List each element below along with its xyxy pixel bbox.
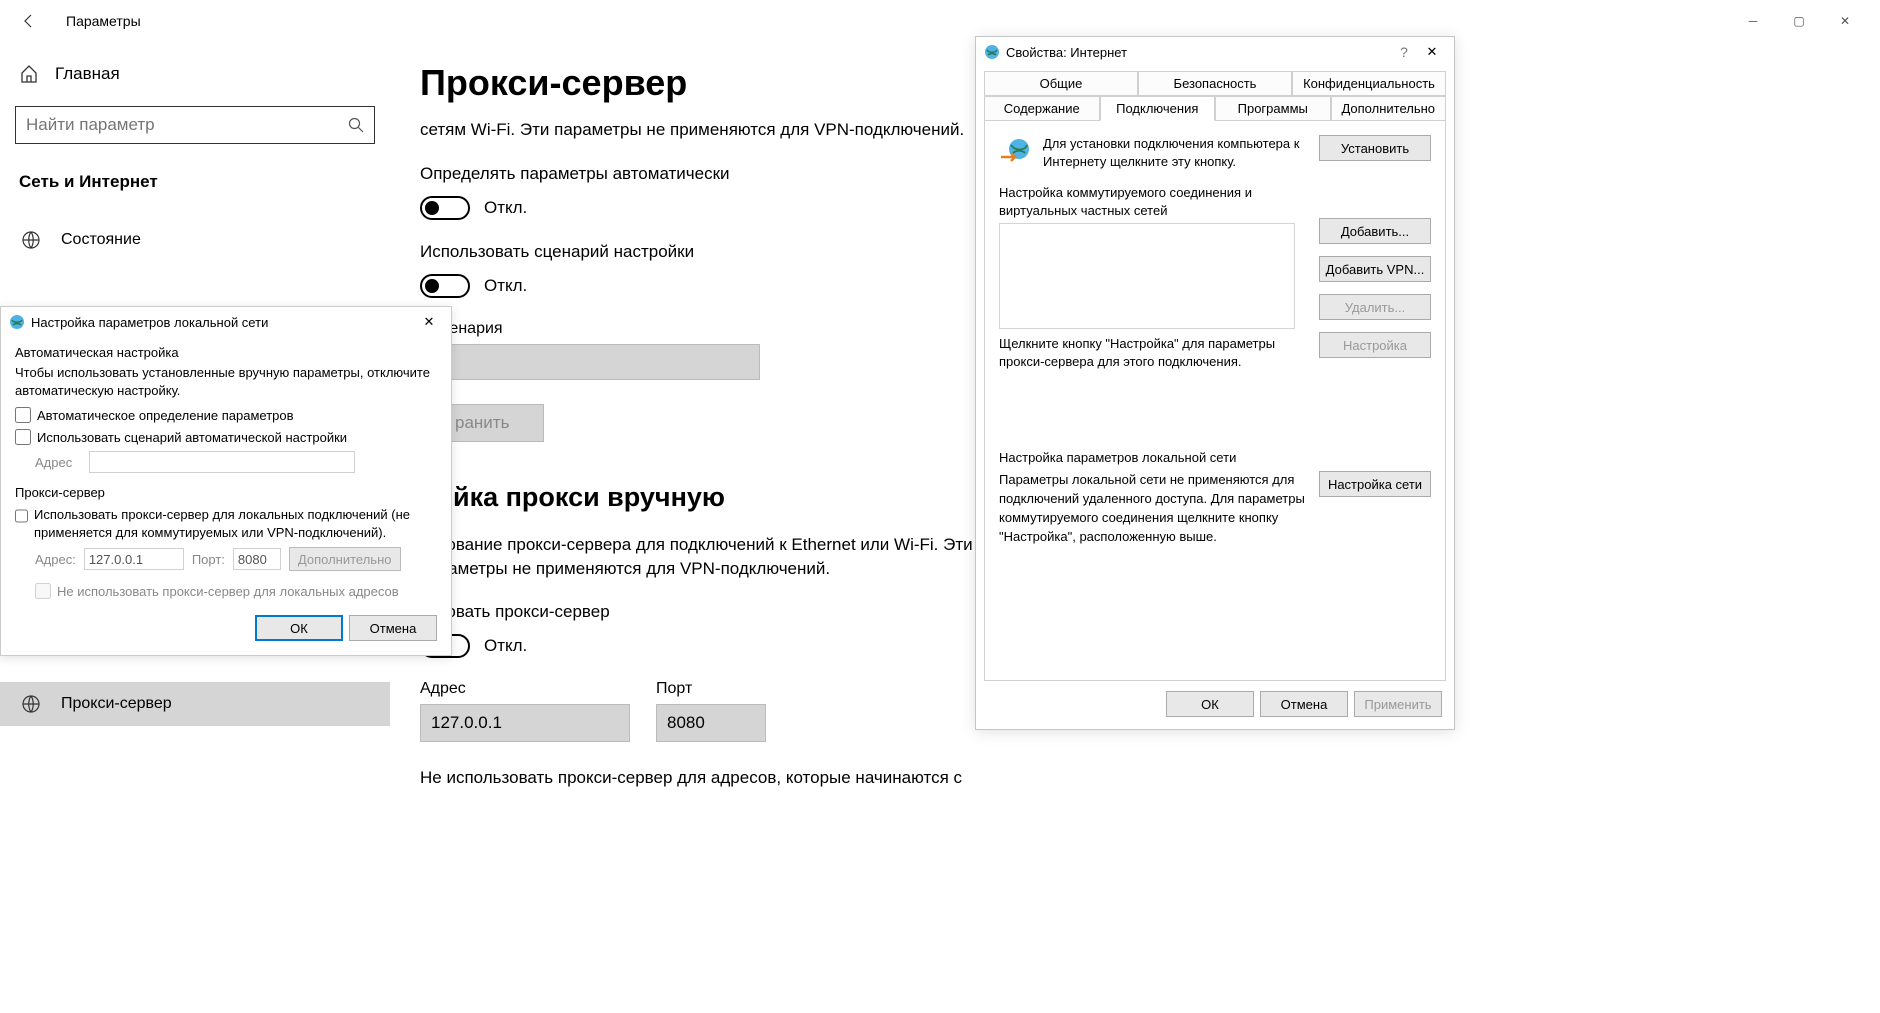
proxy-address-label: Адрес:	[35, 552, 76, 567]
proxy-port-input	[233, 548, 281, 570]
auto-group-desc: Чтобы использовать установленные вручную…	[15, 364, 437, 399]
lan-settings-dialog: Настройка параметров локальной сети ✕ Ав…	[0, 306, 452, 656]
inet-titlebar: Свойства: Интернет ? ✕	[976, 37, 1454, 67]
dial-section-label: Настройка коммутируемого соединения и ви…	[999, 184, 1295, 219]
tab-privacy[interactable]: Конфиденциальность	[1292, 71, 1446, 96]
settings-titlebar: Параметры ─ ▢ ✕	[0, 0, 1880, 42]
toggle-switch[interactable]	[420, 196, 470, 220]
script-address-input	[89, 451, 355, 473]
lan-section-label: Настройка параметров локальной сети	[999, 450, 1431, 465]
bypass-description: Не использовать прокси-сервер для адресо…	[420, 766, 1850, 790]
ok-button[interactable]: ОК	[255, 615, 343, 641]
use-proxy-label: Использовать прокси-сервер для локальных…	[34, 506, 437, 541]
advanced-button: Дополнительно	[289, 547, 401, 571]
auto-group-label: Автоматическая настройка	[15, 345, 437, 360]
search-input[interactable]	[26, 115, 348, 135]
inet-dialog-title: Свойства: Интернет	[1006, 45, 1127, 60]
use-script-label: Использовать сценарий автоматической нас…	[37, 430, 347, 445]
search-icon	[348, 117, 364, 133]
sidebar-item-label: Прокси-сервер	[61, 695, 172, 713]
search-box[interactable]	[15, 106, 375, 144]
tab-security[interactable]: Безопасность	[1138, 71, 1292, 96]
use-script-checkbox[interactable]	[15, 429, 31, 445]
auto-detect-checkbox[interactable]	[15, 407, 31, 423]
connection-list[interactable]	[999, 223, 1295, 329]
home-icon	[19, 64, 39, 84]
home-label: Главная	[55, 64, 120, 84]
toggle-state: Откл.	[484, 198, 527, 218]
lan-settings-button[interactable]: Настройка сети	[1319, 471, 1431, 497]
address-label: Адрес	[420, 680, 630, 698]
settings-title: Параметры	[66, 13, 141, 29]
internet-properties-dialog: Свойства: Интернет ? ✕ Общие Безопасност…	[975, 36, 1455, 730]
tab-advanced[interactable]: Дополнительно	[1331, 96, 1447, 121]
sidebar-item-label: Состояние	[61, 231, 141, 249]
toggle-state: Откл.	[484, 276, 527, 296]
internet-icon	[9, 314, 25, 330]
auto-detect-label: Автоматическое определение параметров	[37, 408, 294, 423]
connection-wizard-icon	[999, 135, 1033, 169]
back-button[interactable]	[12, 4, 46, 38]
tab-programs[interactable]: Программы	[1215, 96, 1331, 121]
settings-button: Настройка	[1319, 332, 1431, 358]
sidebar-item-proxy[interactable]: Прокси-сервер	[0, 682, 390, 726]
tab-general[interactable]: Общие	[984, 71, 1138, 96]
toggle-switch[interactable]	[420, 274, 470, 298]
bypass-local-label: Не использовать прокси-сервер для локаль…	[57, 584, 399, 599]
install-button[interactable]: Установить	[1319, 135, 1431, 161]
lan-titlebar: Настройка параметров локальной сети ✕	[1, 307, 451, 337]
address-input[interactable]	[420, 704, 630, 742]
delete-button: Удалить...	[1319, 294, 1431, 320]
proxy-group-label: Прокси-сервер	[15, 485, 437, 500]
script-address-input[interactable]	[420, 344, 760, 380]
apply-button: Применить	[1354, 691, 1442, 717]
toggle-state: Откл.	[484, 636, 527, 656]
tab-content-area: Для установки подключения компьютера к И…	[984, 121, 1446, 681]
globe-icon	[19, 694, 43, 714]
ok-button[interactable]: ОК	[1166, 691, 1254, 717]
install-description: Для установки подключения компьютера к И…	[1043, 135, 1309, 170]
minimize-button[interactable]: ─	[1730, 5, 1776, 37]
add-vpn-button[interactable]: Добавить VPN...	[1319, 256, 1431, 282]
lan-dialog-title: Настройка параметров локальной сети	[31, 315, 268, 330]
arrow-left-icon	[21, 13, 37, 29]
proxy-address-input	[84, 548, 184, 570]
port-input[interactable]	[656, 704, 766, 742]
maximize-button[interactable]: ▢	[1776, 5, 1822, 37]
close-button[interactable]: ✕	[1418, 44, 1446, 60]
close-button[interactable]: ✕	[1822, 5, 1868, 37]
home-link[interactable]: Главная	[15, 52, 375, 96]
cancel-button[interactable]: Отмена	[349, 615, 437, 641]
bypass-local-checkbox	[35, 583, 51, 599]
proxy-port-label: Порт:	[192, 552, 225, 567]
close-button[interactable]: ✕	[415, 314, 443, 330]
lan-section-note: Параметры локальной сети не применяются …	[999, 471, 1309, 546]
use-proxy-checkbox[interactable]	[15, 508, 28, 524]
script-address-label: Адрес	[35, 455, 83, 470]
proxy-setup-note: Щелкните кнопку "Настройка" для параметр…	[999, 335, 1295, 370]
category-title: Сеть и Интернет	[15, 172, 375, 192]
cancel-button[interactable]: Отмена	[1260, 691, 1348, 717]
tab-content[interactable]: Содержание	[984, 96, 1100, 121]
manual-description: льзование прокси-сервера для подключений…	[420, 533, 980, 581]
globe-icon	[19, 230, 43, 250]
sidebar-item-status[interactable]: Состояние	[15, 218, 375, 262]
add-button[interactable]: Добавить...	[1319, 218, 1431, 244]
help-button[interactable]: ?	[1390, 44, 1418, 60]
port-label: Порт	[656, 680, 766, 698]
internet-icon	[984, 44, 1000, 60]
tab-connections[interactable]: Подключения	[1100, 96, 1216, 121]
